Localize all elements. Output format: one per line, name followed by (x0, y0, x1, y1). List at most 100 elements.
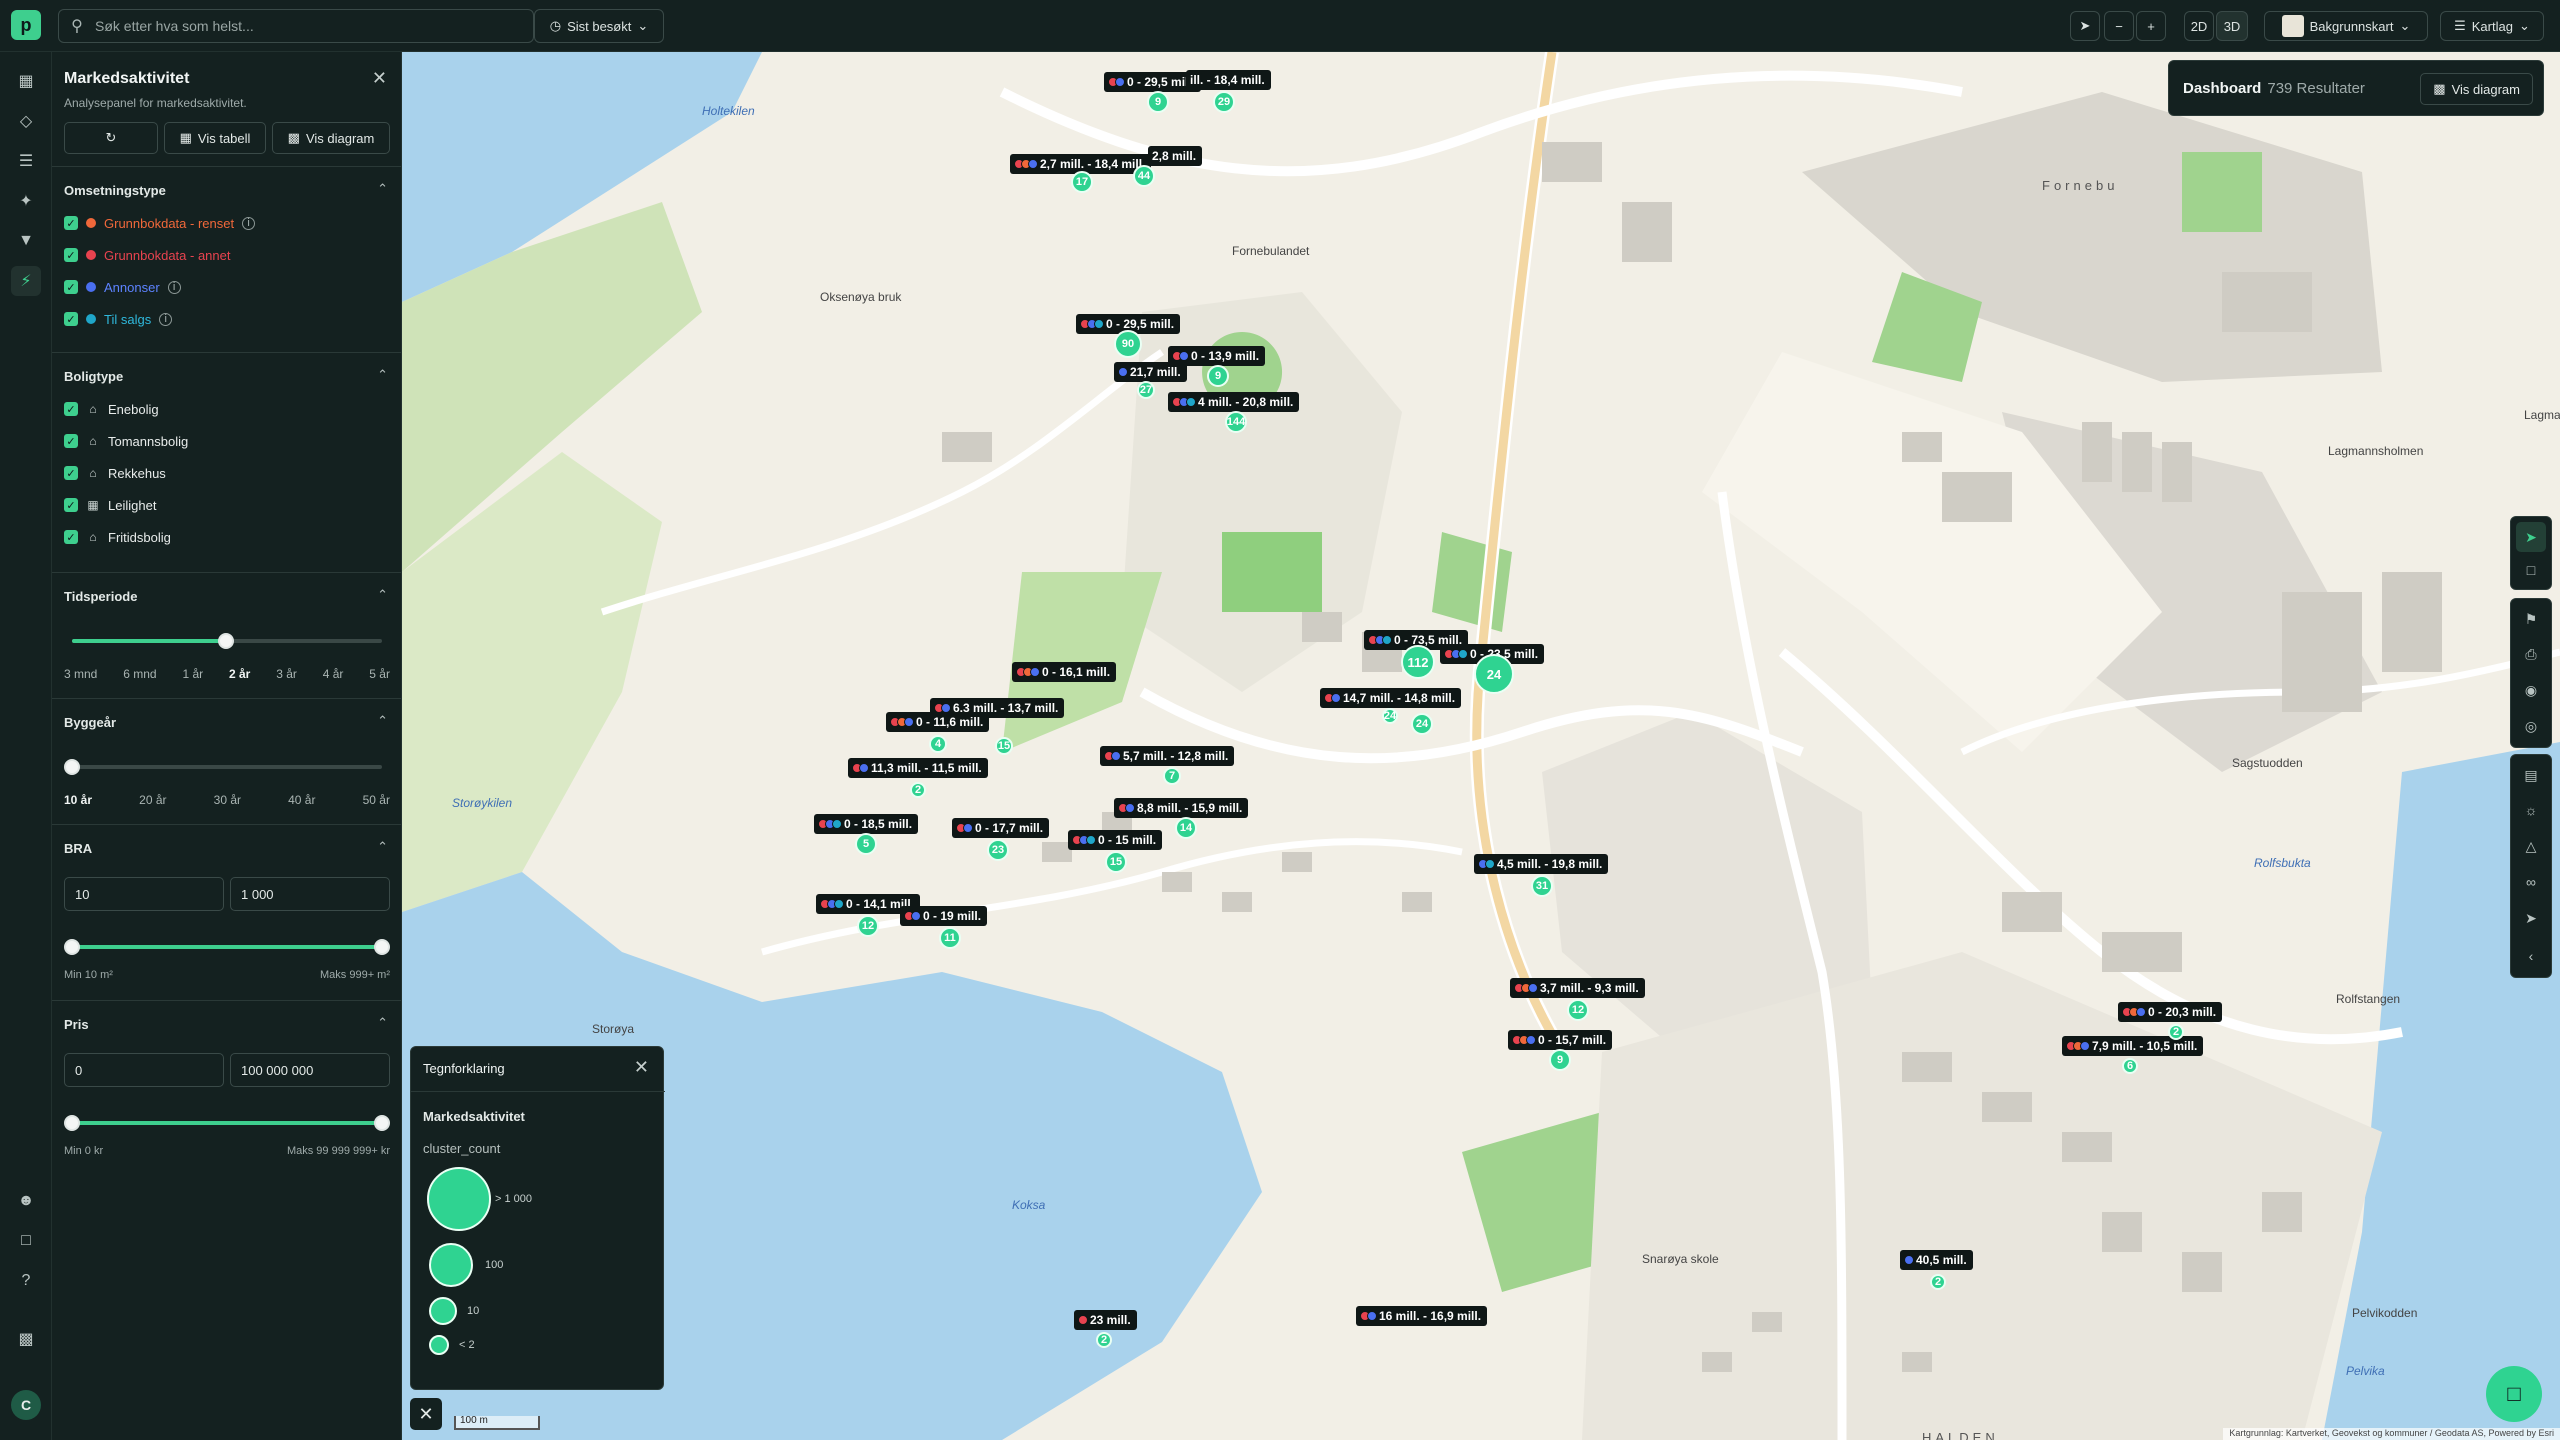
price-range-label[interactable]: 0 - 16,1 mill. (1012, 662, 1117, 682)
price-range-label[interactable]: 40,5 mill. (1900, 1250, 1973, 1270)
close-icon[interactable]: ✕ (634, 1057, 649, 1078)
route-icon[interactable]: ∞ (2516, 867, 2546, 897)
cluster-marker[interactable]: 31 (1531, 875, 1553, 897)
tick[interactable]: 50 år (363, 793, 390, 807)
tick[interactable]: 1 år (182, 667, 203, 681)
price-range-label[interactable]: 16 mill. - 16,9 mill. (1356, 1306, 1488, 1326)
housing-item[interactable]: ✓ ⌂ Fritidsbolig (64, 527, 171, 547)
cluster-marker[interactable]: 44 (1133, 165, 1155, 187)
cluster-marker[interactable]: 24 (1382, 708, 1398, 724)
cluster-marker[interactable]: 4 (929, 735, 947, 753)
bra-slider-min-handle[interactable] (64, 939, 80, 955)
tick[interactable]: 30 år (214, 793, 241, 807)
box-select-icon[interactable]: □ (2516, 555, 2546, 585)
cluster-marker[interactable]: 5 (855, 833, 877, 855)
price-range-label[interactable]: 5,7 mill. - 12,8 mill. (1100, 746, 1235, 766)
price-range-label[interactable]: 0 - 19 mill. (900, 906, 988, 926)
list-icon[interactable]: ☰ (11, 146, 41, 176)
price-range-label[interactable]: 0 - 11,6 mill. (886, 712, 990, 732)
chevron-up-icon[interactable]: ⌃ (377, 713, 388, 729)
price-range-label[interactable]: 0 - 15 mill. (1068, 830, 1163, 850)
price-slider-max-handle[interactable] (374, 1115, 390, 1131)
built-slider-handle[interactable] (64, 759, 80, 775)
price-range-label[interactable]: 0 - 15,7 mill. (1508, 1030, 1613, 1050)
cluster-marker[interactable]: 7 (1163, 767, 1181, 785)
cluster-marker[interactable]: 90 (1114, 330, 1142, 358)
chevron-up-icon[interactable]: ⌃ (377, 839, 388, 855)
cluster-marker[interactable]: 144 (1225, 411, 1247, 433)
cluster-marker[interactable]: 6 (2122, 1058, 2138, 1074)
view-3d-button[interactable]: 3D (2216, 11, 2248, 41)
locate-icon[interactable]: ◎ (2516, 711, 2546, 741)
recent-visited-dropdown[interactable]: ◷ Sist besøkt ⌄ (534, 9, 664, 43)
sparkle-icon[interactable]: ✦ (11, 186, 41, 216)
info-icon[interactable]: i (159, 312, 173, 326)
bra-slider-max-handle[interactable] (374, 939, 390, 955)
map-icon[interactable]: ▦ (11, 66, 41, 96)
price-range-label[interactable]: 0 - 18,5 mill. (814, 814, 919, 834)
user-add-icon[interactable]: ☻ (11, 1186, 41, 1216)
turnover-item[interactable]: ✓ Til salgs i (64, 309, 173, 329)
cluster-marker[interactable]: 12 (1567, 999, 1589, 1021)
checkbox[interactable]: ✓ (64, 312, 78, 326)
price-min-input[interactable]: 0 (64, 1053, 224, 1087)
price-range-label[interactable]: 4,5 mill. - 19,8 mill. (1474, 854, 1609, 874)
price-slider-min-handle[interactable] (64, 1115, 80, 1131)
tick-selected[interactable]: 10 år (64, 793, 92, 807)
filter-icon[interactable]: ▼ (11, 226, 41, 256)
cluster-marker[interactable]: 9 (1549, 1049, 1571, 1071)
tick[interactable]: 4 år (323, 667, 344, 681)
support-chat-button[interactable]: □ (2486, 1366, 2542, 1422)
checkbox[interactable]: ✓ (64, 248, 78, 262)
checkbox[interactable]: ✓ (64, 434, 78, 448)
tick[interactable]: 20 år (139, 793, 166, 807)
bra-min-input[interactable]: 10 (64, 877, 224, 911)
price-range-label[interactable]: 3,7 mill. - 9,3 mill. (1510, 978, 1645, 998)
price-range-label[interactable]: 8,8 mill. - 15,9 mill. (1114, 798, 1249, 818)
turnover-item[interactable]: ✓ Grunnbokdata - renset i (64, 213, 256, 233)
price-range-label[interactable]: 23 mill. (1074, 1310, 1137, 1330)
housing-item[interactable]: ✓ ⌂ Tomannsbolig (64, 431, 188, 451)
price-range-label[interactable]: 7,9 mill. - 10,5 mill. (2062, 1036, 2204, 1056)
bra-max-input[interactable]: 1 000 (230, 877, 390, 911)
chevron-up-icon[interactable]: ⌃ (377, 367, 388, 383)
clear-selection-button[interactable]: ✕ (410, 1398, 442, 1430)
checkbox[interactable]: ✓ (64, 498, 78, 512)
dashboard-chart-button[interactable]: ▩ Vis diagram (2420, 73, 2533, 105)
cluster-marker[interactable]: 2 (2168, 1024, 2184, 1040)
price-range-label[interactable]: ill. - 18,4 mill. (1186, 70, 1271, 90)
built-slider-track[interactable] (72, 765, 382, 769)
price-range-label[interactable]: 21,7 mill. (1114, 362, 1187, 382)
print-icon[interactable]: ⎙ (2516, 639, 2546, 669)
database-icon[interactable]: ▤ (2516, 760, 2546, 790)
cluster-marker[interactable]: 15 (995, 737, 1013, 755)
period-slider-handle[interactable] (218, 633, 234, 649)
checkbox[interactable]: ✓ (64, 402, 78, 416)
cluster-marker[interactable]: 112 (1401, 645, 1435, 679)
cluster-marker[interactable]: 27 (1137, 381, 1155, 399)
price-range-label[interactable]: 0 - 17,7 mill. (952, 818, 1050, 838)
price-range-label[interactable]: 0 - 20,3 mill. (2118, 1002, 2223, 1022)
chevron-up-icon[interactable]: ⌃ (377, 181, 388, 197)
cluster-marker[interactable]: 23 (987, 839, 1009, 861)
bolt-icon[interactable]: ⚡ (11, 266, 41, 296)
cluster-marker[interactable]: 17 (1071, 171, 1093, 193)
reset-button[interactable]: ↻ (64, 122, 158, 154)
checkbox[interactable]: ✓ (64, 530, 78, 544)
info-icon[interactable]: i (242, 216, 256, 230)
close-icon[interactable]: ✕ (372, 68, 387, 89)
basemap-dropdown[interactable]: Bakgrunnskart ⌄ (2264, 11, 2428, 41)
price-max-input[interactable]: 100 000 000 (230, 1053, 390, 1087)
checkbox[interactable]: ✓ (64, 280, 78, 294)
chevron-up-icon[interactable]: ⌃ (377, 587, 388, 603)
tick[interactable]: 3 år (276, 667, 297, 681)
cluster-marker[interactable]: 9 (1147, 91, 1169, 113)
housing-item[interactable]: ✓ ▦ Leilighet (64, 495, 156, 515)
tick[interactable]: 3 mnd (64, 667, 97, 681)
cluster-marker[interactable]: 2 (910, 782, 926, 798)
checkbox[interactable]: ✓ (64, 216, 78, 230)
show-table-button[interactable]: ▦ Vis tabell (164, 122, 266, 154)
help-icon[interactable]: ? (11, 1266, 41, 1296)
apps-grid-icon[interactable]: ▩ (11, 1324, 41, 1354)
compass-button[interactable]: ➤ (2070, 11, 2100, 41)
